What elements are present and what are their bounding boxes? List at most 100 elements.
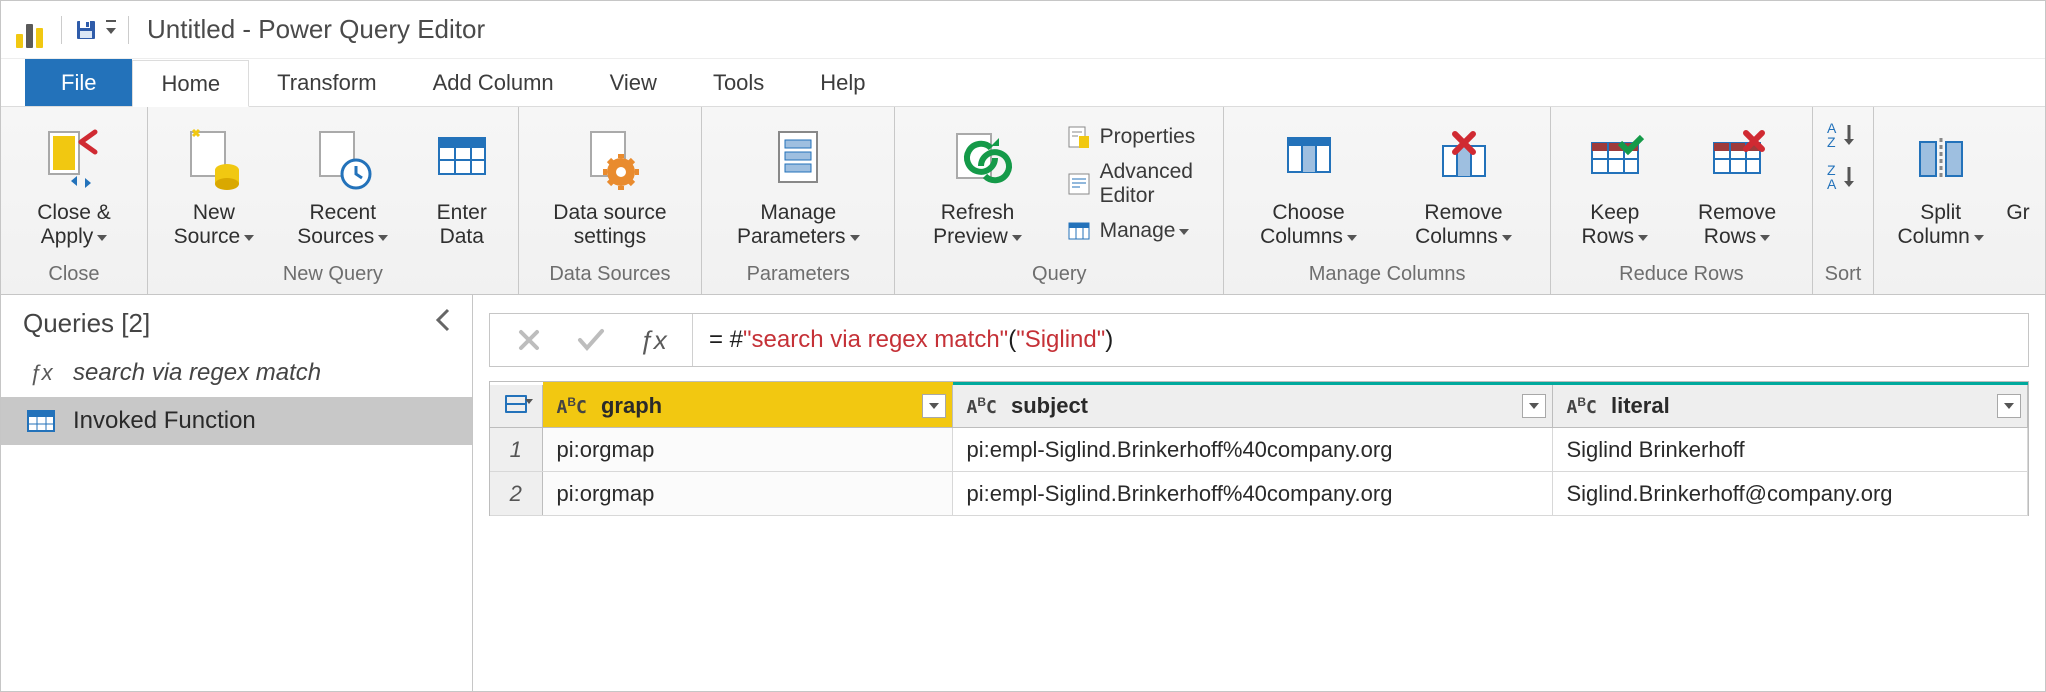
formula-accept-button[interactable] [574, 323, 608, 357]
keep-rows-icon [1588, 119, 1642, 197]
manage-button[interactable]: Manage [1062, 216, 1212, 246]
new-source-button[interactable]: New Source [160, 117, 268, 251]
remove-rows-button[interactable]: Remove Rows [1674, 117, 1799, 251]
group-by-button[interactable]: Gr [2003, 117, 2033, 227]
tab-tools[interactable]: Tools [685, 59, 792, 106]
advanced-editor-button[interactable]: Advanced Editor [1062, 158, 1212, 210]
enter-data-button[interactable]: Enter Data [418, 117, 506, 251]
keep-rows-label: Keep Rows [1569, 201, 1660, 249]
recent-sources-button[interactable]: Recent Sources [276, 117, 410, 251]
queries-pane-collapse-button[interactable] [434, 307, 454, 339]
cell-literal[interactable]: Siglind Brinkerhoff [1552, 428, 2028, 472]
row-header-select-button[interactable] [490, 384, 542, 428]
formula-cancel-button[interactable] [512, 323, 546, 357]
save-button[interactable] [70, 14, 102, 46]
window-title: Untitled - Power Query Editor [147, 14, 485, 45]
cell-graph[interactable]: pi:orgmap [542, 472, 952, 516]
cell-subject[interactable]: pi:empl-Siglind.Brinkerhoff%40company.or… [952, 472, 1552, 516]
group-new-query: New Source Recent Sources [148, 107, 519, 294]
column-filter-button[interactable] [1522, 394, 1546, 418]
group-data-sources: Data source settings Data Sources [519, 107, 702, 294]
workspace: Queries [2] ƒx search via regex match In… [1, 295, 2045, 692]
cell-literal[interactable]: Siglind.Brinkerhoff@company.org [1552, 472, 2028, 516]
table-select-icon [505, 395, 527, 413]
column-header-graph[interactable]: ABC graph [542, 384, 952, 428]
query-links: Properties Advanced Editor Manage [1062, 122, 1212, 246]
check-icon [577, 328, 605, 352]
tab-transform[interactable]: Transform [249, 59, 404, 106]
formula-input[interactable]: = #"search via regex match"("Siglind") [693, 314, 2028, 366]
remove-rows-icon [1710, 119, 1764, 197]
query-item-function[interactable]: ƒx search via regex match [1, 349, 472, 397]
power-query-window: Untitled - Power Query Editor File Home … [0, 0, 2046, 692]
new-source-icon [187, 119, 241, 197]
group-query: Refresh Preview Properties Advanced Edit… [895, 107, 1224, 294]
fx-icon: ƒx [639, 325, 666, 356]
tab-add-column[interactable]: Add Column [405, 59, 582, 106]
qat-customize-button[interactable] [102, 14, 120, 46]
chevron-left-icon [434, 308, 454, 332]
tab-view[interactable]: View [582, 59, 685, 106]
save-icon [74, 18, 98, 42]
table-row[interactable]: 2 pi:orgmap pi:empl-Siglind.Brinkerhoff%… [490, 472, 2028, 516]
choose-columns-label: Choose Columns [1242, 201, 1375, 249]
type-text-icon: ABC [557, 397, 587, 418]
column-filter-button[interactable] [1997, 394, 2021, 418]
keep-rows-button[interactable]: Keep Rows [1563, 117, 1666, 251]
group-parameters-label: Parameters [714, 263, 882, 286]
column-header-subject[interactable]: ABC subject [952, 384, 1552, 428]
queries-pane-header: Queries [2] [1, 295, 472, 349]
group-reduce-rows-label: Reduce Rows [1563, 263, 1800, 286]
query-item-invoked[interactable]: Invoked Function [1, 397, 472, 445]
properties-label: Properties [1100, 125, 1196, 149]
close-apply-button[interactable]: Close & Apply [13, 117, 135, 251]
recent-sources-label: Recent Sources [282, 201, 404, 249]
close-apply-icon [47, 119, 101, 197]
table-row[interactable]: 1 pi:orgmap pi:empl-Siglind.Brinkerhoff%… [490, 428, 2028, 472]
group-sort: A Z Z A [1813, 107, 1875, 294]
refresh-preview-button[interactable]: Refresh Preview [907, 117, 1047, 251]
remove-columns-icon [1437, 119, 1491, 197]
column-filter-button[interactable] [922, 394, 946, 418]
row-number[interactable]: 2 [490, 472, 542, 516]
group-transform-partial: Split Column Gr [1874, 107, 2045, 294]
main-pane: ƒx = #"search via regex match"("Siglind"… [473, 295, 2045, 692]
row-number[interactable]: 1 [490, 428, 542, 472]
tab-help[interactable]: Help [792, 59, 893, 106]
column-header-label: graph [601, 393, 662, 418]
formula-fx-button[interactable]: ƒx [636, 323, 670, 357]
data-source-settings-icon [583, 119, 637, 197]
choose-columns-button[interactable]: Choose Columns [1236, 117, 1381, 251]
data-grid: ABC graph ABC subject ABC [489, 381, 2029, 516]
properties-icon [1066, 124, 1092, 150]
type-text-icon: ABC [967, 397, 997, 418]
type-text-icon: ABC [1567, 397, 1597, 418]
tab-home[interactable]: Home [132, 60, 249, 107]
remove-columns-button[interactable]: Remove Columns [1389, 117, 1538, 251]
choose-columns-icon [1282, 119, 1336, 197]
refresh-preview-label: Refresh Preview [913, 201, 1041, 249]
table-icon [23, 407, 59, 435]
enter-data-icon [435, 119, 489, 197]
column-header-literal[interactable]: ABC literal [1552, 384, 2028, 428]
split-column-button[interactable]: Split Column [1886, 117, 1995, 251]
sort-desc-button[interactable]: Z A [1825, 159, 1861, 195]
tab-file[interactable]: File [25, 59, 132, 106]
svg-text:A: A [1827, 176, 1837, 192]
manage-parameters-button[interactable]: Manage Parameters [714, 117, 882, 251]
properties-button[interactable]: Properties [1062, 122, 1212, 152]
remove-columns-label: Remove Columns [1395, 201, 1532, 249]
query-item-label: Invoked Function [73, 407, 256, 435]
ribbon: Close & Apply Close [1, 107, 2045, 295]
group-query-label: Query [907, 263, 1211, 286]
cell-graph[interactable]: pi:orgmap [542, 428, 952, 472]
close-apply-label: Close & Apply [19, 201, 129, 249]
powerbi-logo-icon [9, 12, 49, 48]
close-icon [517, 328, 541, 352]
data-source-settings-button[interactable]: Data source settings [531, 117, 689, 251]
cell-subject[interactable]: pi:empl-Siglind.Brinkerhoff%40company.or… [952, 428, 1552, 472]
column-header-label: subject [1011, 393, 1088, 418]
sort-asc-button[interactable]: A Z [1825, 117, 1861, 153]
formula-bar-tools: ƒx [490, 314, 693, 366]
group-new-query-label: New Query [160, 263, 506, 286]
